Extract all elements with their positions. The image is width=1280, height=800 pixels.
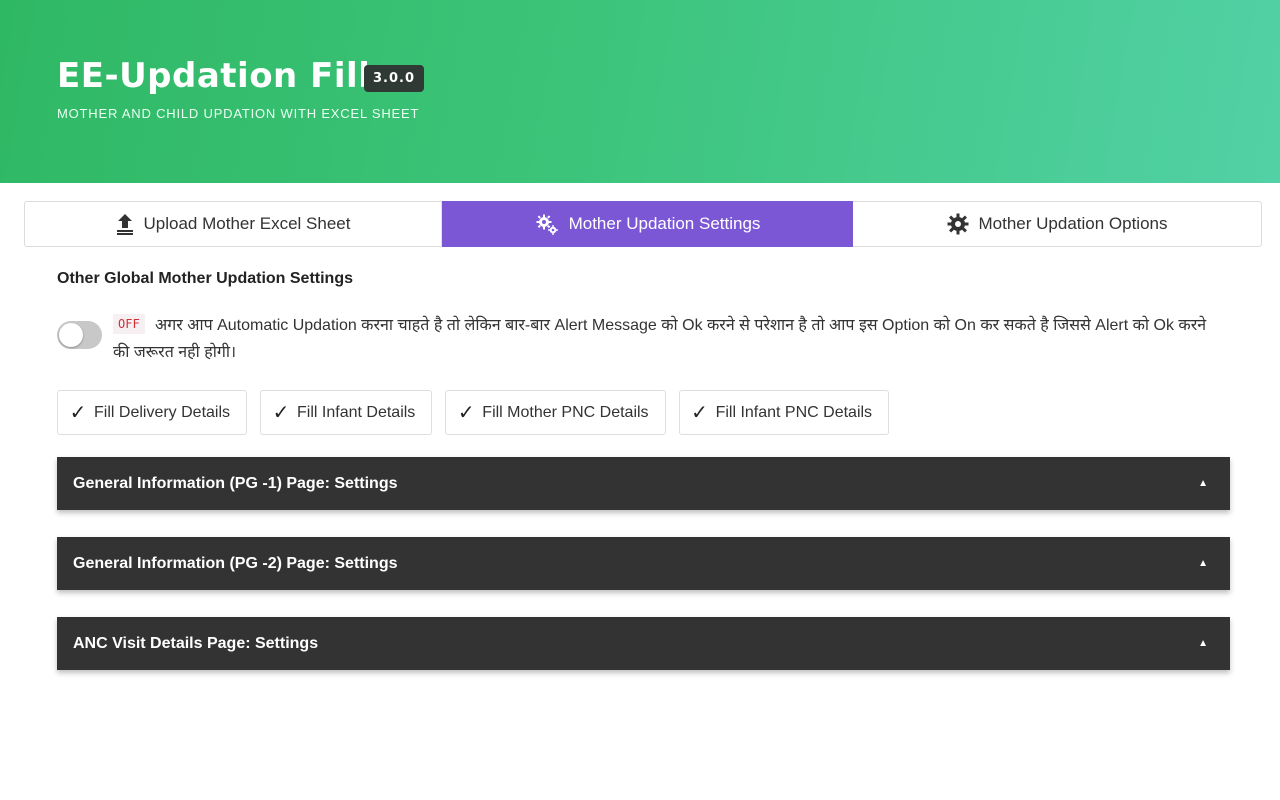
chip-label: Fill Infant PNC Details	[715, 403, 873, 421]
accordion-title: General Information (PG -1) Page: Settin…	[73, 474, 398, 492]
accordion-title: General Information (PG -2) Page: Settin…	[73, 554, 398, 572]
chip-label: Fill Infant Details	[297, 403, 416, 421]
tab-mother-updation-options[interactable]: Mother Updation Options	[853, 202, 1261, 246]
app-title: EE-Updation Filler	[57, 56, 412, 96]
check-icon: ✓	[691, 402, 708, 424]
gear-icon	[947, 213, 969, 235]
app-subtitle: MOTHER AND CHILD UPDATION WITH EXCEL SHE…	[57, 106, 420, 121]
tab-upload-mother-excel[interactable]: Upload Mother Excel Sheet	[25, 202, 442, 246]
auto-alert-toggle[interactable]	[57, 321, 102, 349]
toggle-knob	[59, 323, 83, 347]
caret-up-icon: ▲	[1198, 558, 1208, 569]
caret-up-icon: ▲	[1198, 638, 1208, 649]
chip-label: Fill Mother PNC Details	[482, 403, 649, 421]
upload-icon	[116, 213, 134, 235]
accordion-anc-visit-details[interactable]: ANC Visit Details Page: Settings ▲	[57, 617, 1230, 670]
fill-delivery-details-button[interactable]: ✓ Fill Delivery Details	[57, 390, 248, 435]
check-icon: ✓	[272, 402, 290, 424]
accordion-general-info-pg2[interactable]: General Information (PG -2) Page: Settin…	[57, 537, 1230, 590]
tab-label: Upload Mother Excel Sheet	[143, 214, 351, 233]
caret-up-icon: ▲	[1198, 478, 1208, 489]
fill-infant-pnc-details-button[interactable]: ✓ Fill Infant PNC Details	[678, 390, 890, 435]
fill-infant-details-button[interactable]: ✓ Fill Infant Details	[260, 390, 433, 435]
tab-label: Mother Updation Settings	[568, 214, 761, 233]
tab-bar: Upload Mother Excel Sheet Mother Updatio…	[24, 201, 1262, 247]
section-title: Other Global Mother Updation Settings	[57, 270, 353, 287]
version-badge: 3.0.0	[364, 65, 425, 92]
tab-label: Mother Updation Options	[978, 214, 1168, 233]
alert-option-description: अगर आप Automatic Updation करना चाहते है …	[113, 317, 1207, 361]
check-icon: ✓	[457, 402, 475, 424]
toggle-state-label: OFF	[113, 314, 145, 334]
tab-mother-updation-settings[interactable]: Mother Updation Settings	[442, 201, 853, 247]
cogs-icon	[535, 212, 559, 236]
accordion-title: ANC Visit Details Page: Settings	[73, 634, 319, 652]
fill-options: ✓ Fill Delivery Details ✓ Fill Infant De…	[57, 390, 890, 435]
app-header: EE-Updation Filler 3.0.0 MOTHER AND CHIL…	[0, 0, 1280, 183]
check-icon: ✓	[69, 402, 87, 424]
fill-mother-pnc-details-button[interactable]: ✓ Fill Mother PNC Details	[445, 390, 666, 435]
accordion-general-info-pg1[interactable]: General Information (PG -1) Page: Settin…	[57, 457, 1230, 510]
chip-label: Fill Delivery Details	[94, 403, 231, 421]
